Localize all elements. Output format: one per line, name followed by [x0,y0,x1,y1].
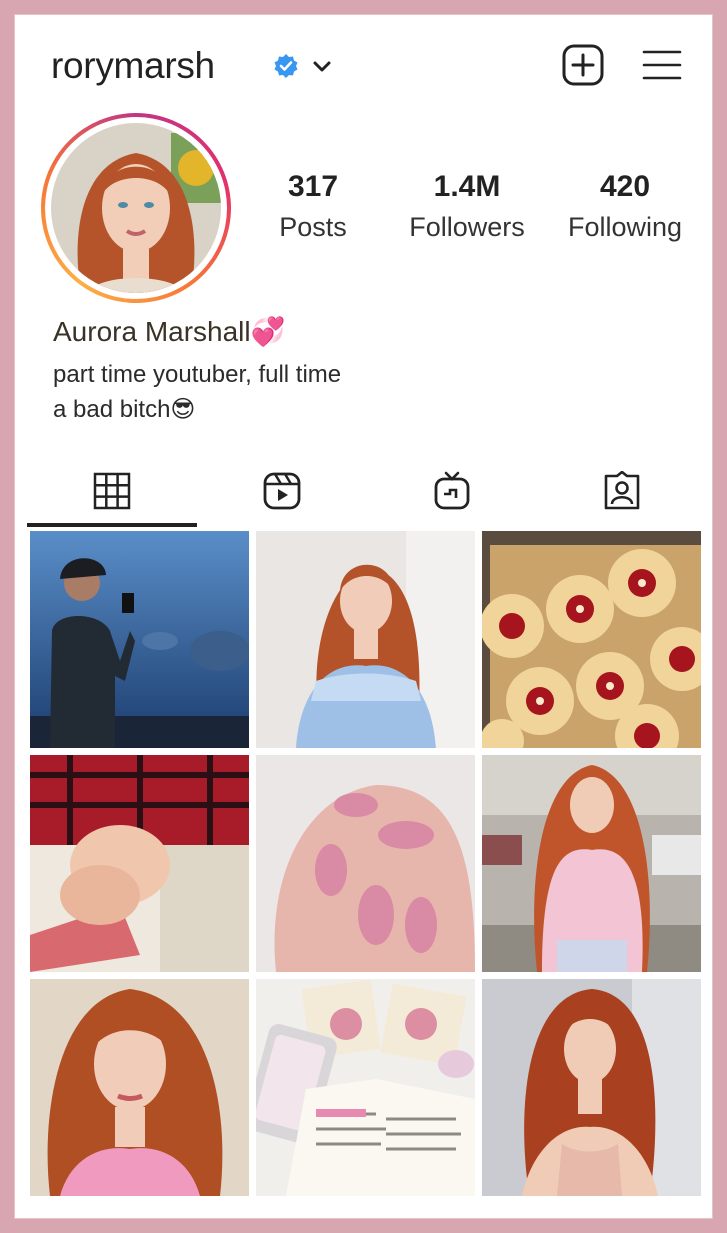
posts-label: Posts [279,212,347,242]
posts-count: 317 [287,170,339,203]
tab-igtv[interactable] [367,455,537,527]
post-thumbnail[interactable] [482,979,701,1196]
post-thumbnail[interactable] [482,531,701,748]
profile-tabs [15,455,712,529]
igtv-icon [434,471,470,510]
hamburger-menu-icon[interactable] [641,47,683,83]
chevron-down-icon[interactable] [311,55,333,77]
reels-icon [263,472,301,510]
following-label: Following [567,212,683,242]
post-thumbnail[interactable] [256,979,475,1196]
post-thumbnail[interactable] [30,531,249,748]
stat-following[interactable]: 420 Following [555,170,695,243]
tab-grid[interactable] [27,455,197,527]
bio-line-2: a bad bitch😎 [53,396,196,423]
followers-label: Followers [409,212,525,242]
stat-posts[interactable]: 317 Posts [263,170,363,243]
post-thumbnail[interactable] [30,755,249,972]
post-thumbnail[interactable] [30,979,249,1196]
post-thumbnail[interactable] [256,531,475,748]
top-bar: rorymarsh [15,15,712,115]
bio: part time youtuber, full time a bad bitc… [53,357,341,427]
verified-badge-icon [274,54,298,78]
create-post-button[interactable] [561,43,605,87]
stat-followers[interactable]: 1.4M Followers [397,170,537,243]
profile-avatar[interactable] [41,113,231,303]
followers-count: 1.4M [433,170,501,203]
following-count: 420 [599,170,651,203]
tagged-icon [604,471,640,510]
grid-icon [93,472,131,510]
active-tab-indicator [27,523,197,527]
post-thumbnail[interactable] [256,755,475,972]
post-thumbnail[interactable] [482,755,701,972]
bio-line-1: part time youtuber, full time [53,361,342,388]
tab-reels[interactable] [197,455,367,527]
profile-screen: rorymarsh 317 Posts 1.4M Followers 420 F… [14,14,713,1219]
username[interactable]: rorymarsh [51,45,215,87]
tab-tagged[interactable] [537,455,707,527]
display-name: Aurora Marshall💞 [53,316,286,347]
avatar-photo [51,123,221,293]
